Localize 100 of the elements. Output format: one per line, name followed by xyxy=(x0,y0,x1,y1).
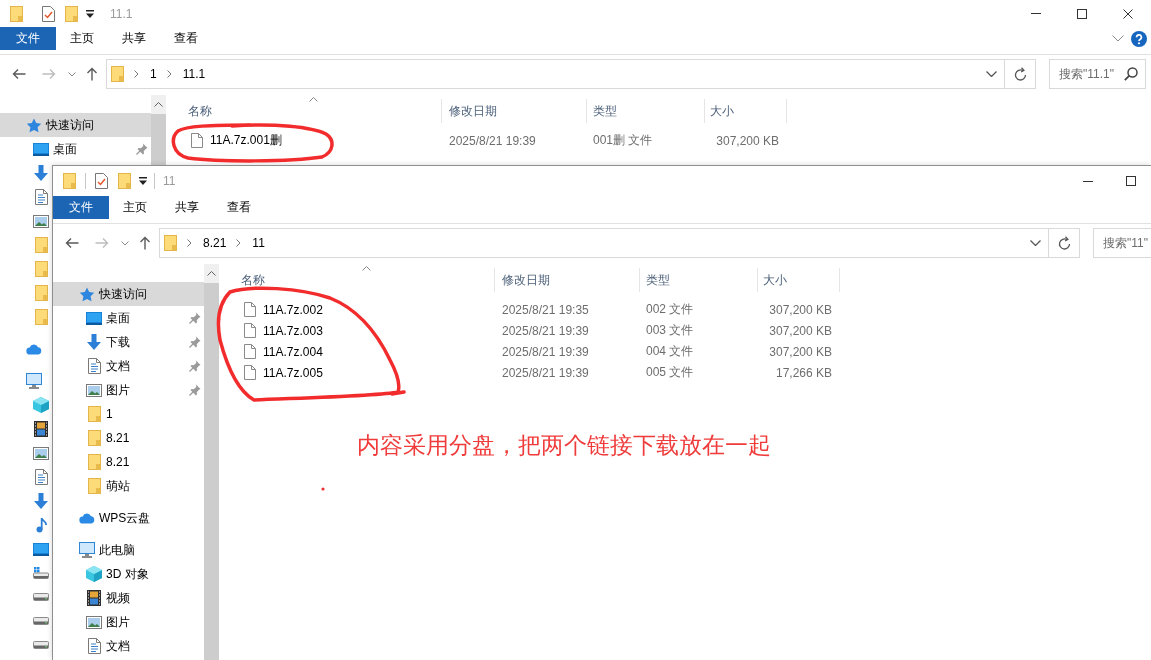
ribbon-tab[interactable]: 主页 xyxy=(56,27,108,50)
pin-icon[interactable] xyxy=(189,312,201,324)
back-arrow-icon[interactable] xyxy=(65,237,79,249)
refresh-icon[interactable] xyxy=(1057,236,1071,250)
column-header[interactable]: 名称 xyxy=(166,99,441,123)
sidebar-item[interactable]: 1 xyxy=(53,402,204,426)
sidebar-item[interactable]: 下载 xyxy=(53,330,204,354)
sidebar-item[interactable]: 萌站 xyxy=(53,474,204,498)
chevron-down-icon[interactable] xyxy=(68,71,76,77)
chevron-right-icon[interactable] xyxy=(166,70,172,78)
pin-icon[interactable] xyxy=(189,336,201,348)
file-name[interactable]: 11A.7z.002 xyxy=(263,302,323,317)
search-field[interactable]: 搜索"11.1" xyxy=(1049,59,1146,89)
sidebar-item[interactable]: 文档 xyxy=(53,354,204,378)
sidebar-item[interactable]: 文档 xyxy=(53,634,204,658)
pin-icon[interactable] xyxy=(136,143,148,155)
cloud-icon[interactable] xyxy=(26,343,42,355)
file-name[interactable]: 11A.7z.004 xyxy=(263,344,323,359)
sidebar-item[interactable]: 8.21 xyxy=(53,450,204,474)
chevron-down-icon[interactable] xyxy=(1112,35,1124,42)
chevron-down-icon[interactable] xyxy=(1030,240,1041,246)
pin-icon[interactable] xyxy=(189,360,201,372)
window-title: 11.1 xyxy=(110,6,133,21)
chevron-up-icon[interactable] xyxy=(207,271,216,276)
close-icon[interactable] xyxy=(1123,8,1133,19)
desktop-icon[interactable] xyxy=(33,542,49,556)
minimize-icon[interactable] xyxy=(1083,180,1093,182)
dropdown-arrow-icon[interactable] xyxy=(86,9,94,18)
file-name[interactable]: 11A.7z.003 xyxy=(263,323,323,338)
chevron-right-icon[interactable] xyxy=(236,239,242,247)
ribbon-tab[interactable]: 共享 xyxy=(161,196,213,219)
search-field[interactable]: 搜索"11" xyxy=(1093,228,1151,258)
scrollbar-thumb[interactable] xyxy=(151,114,166,165)
document-icon[interactable] xyxy=(34,469,48,485)
column-header[interactable]: 修改日期 xyxy=(441,99,586,123)
chevron-up-icon[interactable] xyxy=(154,102,163,107)
sidebar-item[interactable]: 图片 xyxy=(53,378,204,402)
up-arrow-icon[interactable] xyxy=(139,236,151,250)
sidebar-item[interactable]: 8.21 xyxy=(53,426,204,450)
sidebar-item[interactable]: 桌面 xyxy=(53,306,204,330)
ribbon-tab[interactable]: 查看 xyxy=(213,196,265,219)
address-bar[interactable]: 8.21 11 xyxy=(159,228,1080,258)
drive-icon[interactable] xyxy=(33,567,49,579)
maximize-icon[interactable] xyxy=(1077,8,1087,19)
download-arrow-icon xyxy=(87,334,101,350)
picture-icon[interactable] xyxy=(33,446,49,460)
sidebar-item[interactable]: 快速访问 xyxy=(53,282,204,306)
address-bar[interactable]: 1 11.1 xyxy=(106,59,1036,89)
chevron-right-icon[interactable] xyxy=(134,70,139,78)
file-name[interactable]: 11A.7z.001删 xyxy=(210,132,282,149)
column-header[interactable]: 大小 xyxy=(757,268,840,292)
chevron-down-icon[interactable] xyxy=(121,240,129,246)
film-icon[interactable] xyxy=(34,421,48,437)
refresh-icon[interactable] xyxy=(1013,67,1027,81)
computer-icon[interactable] xyxy=(26,373,42,389)
sort-ascending-icon[interactable] xyxy=(362,266,371,271)
sort-ascending-icon[interactable] xyxy=(309,97,318,102)
sidebar-item[interactable]: 此电脑 xyxy=(53,538,204,562)
window-title: 11 xyxy=(163,174,176,188)
pin-icon[interactable] xyxy=(189,384,201,396)
sidebar-item[interactable]: WPS云盘 xyxy=(53,506,204,530)
drive-icon[interactable] xyxy=(33,593,49,601)
breadcrumb-item[interactable]: 1 xyxy=(150,67,157,81)
sidebar-item[interactable]: 视频 xyxy=(53,586,204,610)
back-arrow-icon[interactable] xyxy=(12,68,26,80)
breadcrumb-item[interactable]: 11.1 xyxy=(182,67,206,81)
document-icon[interactable] xyxy=(34,189,48,205)
document-check-icon[interactable] xyxy=(95,173,108,189)
cube-icon[interactable] xyxy=(33,397,49,413)
up-arrow-icon[interactable] xyxy=(86,67,98,81)
file-name[interactable]: 11A.7z.005 xyxy=(263,365,323,380)
sidebar-item[interactable]: 3D 对象 xyxy=(53,562,204,586)
maximize-icon[interactable] xyxy=(1126,176,1136,186)
chevron-right-icon[interactable] xyxy=(187,239,192,247)
ribbon-tab[interactable]: 查看 xyxy=(160,27,212,50)
ribbon-tab[interactable]: 共享 xyxy=(108,27,160,50)
column-header[interactable]: 大小 xyxy=(704,99,787,123)
download-arrow-icon[interactable] xyxy=(34,165,48,181)
scrollbar-thumb[interactable] xyxy=(204,283,219,660)
sidebar-item[interactable]: 快速访问 xyxy=(0,113,151,137)
column-header[interactable]: 类型 xyxy=(586,99,704,123)
ribbon-tab[interactable]: 主页 xyxy=(109,196,161,219)
sidebar-item[interactable]: 桌面 xyxy=(0,137,151,161)
breadcrumb-item[interactable]: 8.21 xyxy=(203,236,227,250)
download-arrow-icon[interactable] xyxy=(34,493,48,509)
breadcrumb-item[interactable]: 11 xyxy=(252,236,265,250)
column-header[interactable]: 名称 xyxy=(219,268,494,292)
music-note-icon[interactable] xyxy=(35,517,47,533)
dropdown-arrow-icon[interactable] xyxy=(139,177,147,185)
picture-icon[interactable] xyxy=(33,214,49,228)
column-header[interactable]: 类型 xyxy=(639,268,757,292)
drive-icon[interactable] xyxy=(33,641,49,649)
help-icon[interactable] xyxy=(1131,30,1147,47)
chevron-down-icon[interactable] xyxy=(986,71,997,77)
desktop-icon xyxy=(33,142,49,156)
document-check-icon[interactable] xyxy=(42,5,55,22)
column-header[interactable]: 修改日期 xyxy=(494,268,639,292)
drive-icon[interactable] xyxy=(33,617,49,625)
sidebar-item[interactable]: 图片 xyxy=(53,610,204,634)
file-size: 307,200 KB xyxy=(769,344,832,359)
